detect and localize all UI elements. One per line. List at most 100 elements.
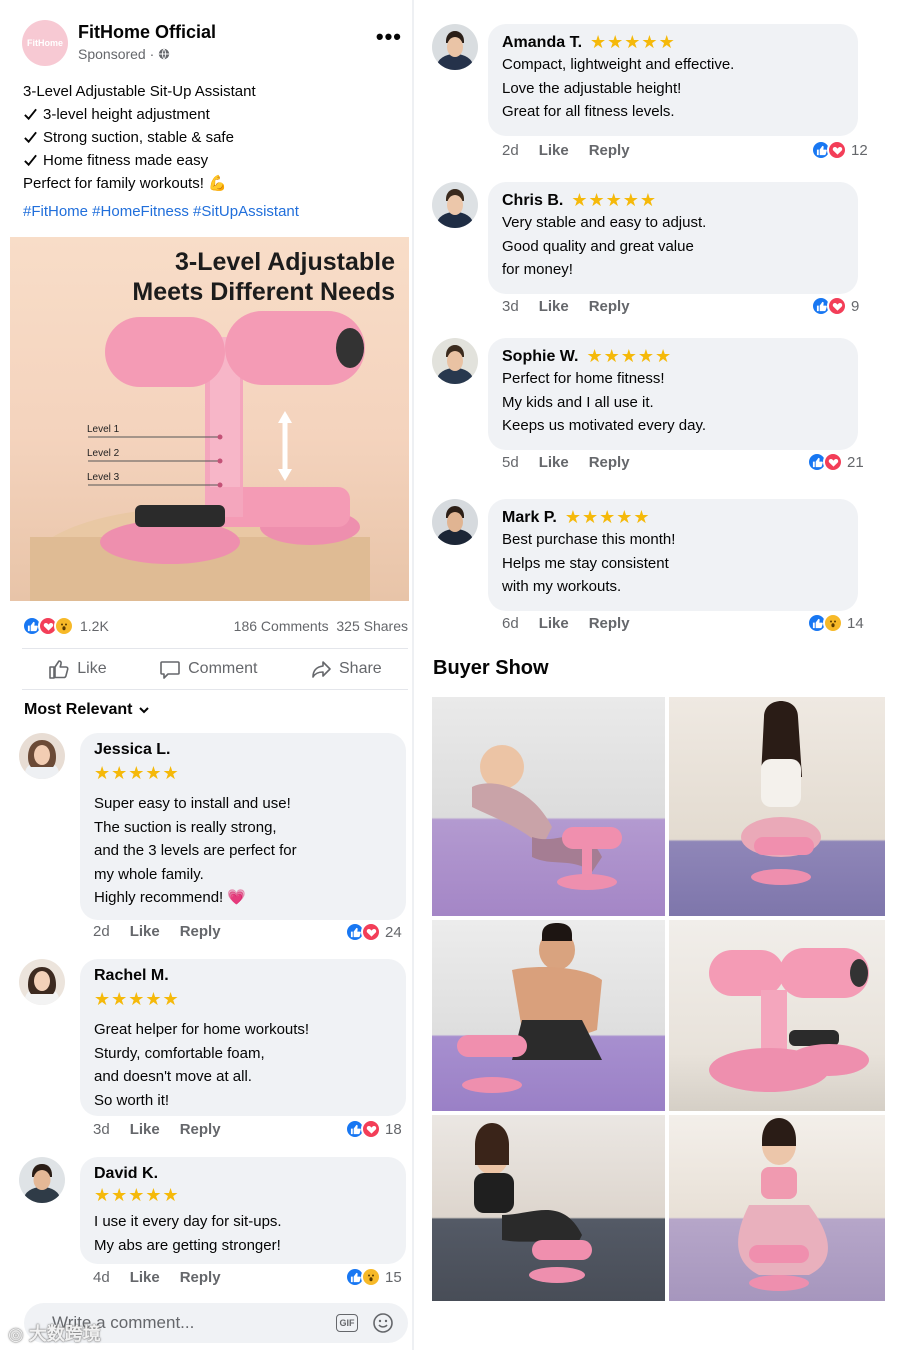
buyer-photo[interactable] bbox=[669, 697, 885, 916]
comment-text-line: Good quality and great value bbox=[502, 237, 694, 255]
comment-item: Rachel M. ★★★★★ Great helper for home wo… bbox=[19, 959, 409, 1144]
avatar[interactable] bbox=[432, 24, 478, 70]
feature-row: Strong suction, stable & safe bbox=[23, 126, 403, 149]
comment-reactions[interactable]: 18 bbox=[345, 1119, 402, 1139]
commenter-header: Amanda T. ★★★★★ bbox=[502, 32, 844, 53]
comment-reply-button[interactable]: Reply bbox=[180, 1269, 221, 1286]
buyer-photo[interactable] bbox=[432, 920, 665, 1111]
commenter-name[interactable]: David K. bbox=[94, 1165, 392, 1183]
caption-title: 3-Level Adjustable Sit-Up Assistant bbox=[23, 83, 256, 100]
comment-like-button[interactable]: Like bbox=[130, 923, 160, 940]
comment-reply-button[interactable]: Reply bbox=[589, 615, 630, 632]
share-icon bbox=[312, 661, 331, 678]
love-reaction-icon bbox=[823, 452, 843, 472]
avatar[interactable] bbox=[19, 959, 65, 1005]
comment-label: Comment bbox=[188, 660, 258, 677]
comment-text-line: for money! bbox=[502, 261, 573, 278]
comment-time: 3d bbox=[502, 298, 519, 315]
comment-sort-dropdown[interactable]: Most Relevant bbox=[24, 701, 150, 719]
comment-time: 2d bbox=[93, 923, 110, 940]
comment-reactions[interactable]: 12 bbox=[811, 140, 868, 160]
avatar[interactable] bbox=[432, 338, 478, 384]
comment-text-line: The suction is really strong, bbox=[94, 818, 277, 836]
comment-like-button[interactable]: Like bbox=[539, 615, 569, 632]
comment-button[interactable]: Comment bbox=[159, 658, 257, 680]
comment-like-button[interactable]: Like bbox=[130, 1121, 160, 1138]
rating-stars: ★★★★★ bbox=[564, 507, 651, 527]
product-title-line: Meets Different Needs bbox=[132, 278, 395, 306]
comment-reply-button[interactable]: Reply bbox=[589, 142, 630, 159]
buyer-photo[interactable] bbox=[669, 920, 885, 1111]
level-label: Level 1 bbox=[87, 424, 120, 435]
reviews-column: Amanda T. ★★★★★ Compact, lightweight and… bbox=[418, 0, 898, 1350]
more-options-button[interactable]: ••• bbox=[376, 24, 402, 50]
comment-meta: 6d Like Reply bbox=[502, 615, 630, 632]
check-icon bbox=[24, 108, 37, 121]
commenter-name[interactable]: Amanda T. bbox=[502, 34, 582, 52]
rating-stars: ★★★★★ bbox=[590, 32, 676, 52]
comment-time: 6d bbox=[502, 615, 519, 632]
avatar[interactable] bbox=[432, 499, 478, 545]
comment-reactions[interactable]: 21 bbox=[807, 452, 864, 472]
comment-reactions[interactable]: 15 bbox=[345, 1267, 402, 1287]
reaction-count: 14 bbox=[847, 614, 864, 632]
wow-reaction-icon bbox=[361, 1267, 381, 1287]
commenter-name[interactable]: Mark P. bbox=[502, 509, 557, 527]
comment-reactions[interactable]: 14 bbox=[807, 613, 864, 633]
comments-shares-count[interactable]: 186 Comments 325 Shares bbox=[234, 618, 408, 634]
comment-meta: 4d Like Reply bbox=[93, 1269, 221, 1286]
column-divider bbox=[412, 0, 414, 1350]
comment-item: David K. ★★★★★ I use it every day for si… bbox=[19, 1157, 409, 1292]
commenter-name[interactable]: Rachel M. bbox=[94, 967, 392, 985]
comment-item: Chris B. ★★★★★ Very stable and easy to a… bbox=[432, 182, 872, 322]
level-label: Level 3 bbox=[87, 472, 120, 483]
comment-reactions[interactable]: 24 bbox=[345, 922, 402, 942]
comment-text-line: and doesn't move at all. bbox=[94, 1068, 252, 1085]
commenter-name[interactable]: Jessica L. bbox=[94, 741, 392, 759]
avatar[interactable] bbox=[19, 733, 65, 779]
reaction-count: 24 bbox=[385, 923, 402, 941]
comment-bubble: Jessica L. ★★★★★ Super easy to install a… bbox=[80, 733, 406, 920]
comment-like-button[interactable]: Like bbox=[130, 1269, 160, 1286]
wow-reaction-icon bbox=[823, 613, 843, 633]
hashtags-link[interactable]: #FitHome #HomeFitness #SitUpAssistant bbox=[23, 200, 403, 223]
product-image[interactable]: 3-Level Adjustable Meets Different Needs… bbox=[10, 237, 409, 601]
comment-reply-button[interactable]: Reply bbox=[589, 298, 630, 315]
emoji-icon[interactable] bbox=[372, 1312, 394, 1334]
gif-icon[interactable]: GIF bbox=[336, 1314, 358, 1332]
commenter-header: Chris B. ★★★★★ bbox=[502, 190, 844, 211]
avatar[interactable] bbox=[19, 1157, 65, 1203]
commenter-name[interactable]: Sophie W. bbox=[502, 348, 578, 366]
globe-icon bbox=[159, 48, 170, 60]
page-name[interactable]: FitHome Official bbox=[78, 22, 216, 43]
comment-like-button[interactable]: Like bbox=[539, 454, 569, 471]
reactions-summary[interactable]: 1.2K 186 Comments 325 Shares bbox=[22, 614, 408, 638]
comment-bubble: Chris B. ★★★★★ Very stable and easy to a… bbox=[488, 182, 858, 294]
comment-text-line: Keeps us motivated every day. bbox=[502, 417, 706, 434]
comment-bubble: Mark P. ★★★★★ Best purchase this month! … bbox=[488, 499, 858, 611]
comment-reactions[interactable]: 9 bbox=[811, 296, 859, 316]
share-button[interactable]: Share bbox=[310, 658, 382, 680]
comment-reply-button[interactable]: Reply bbox=[180, 1121, 221, 1138]
share-label: Share bbox=[339, 660, 382, 677]
buyer-photo[interactable] bbox=[432, 1115, 665, 1301]
feature-row: 3-level height adjustment bbox=[23, 103, 403, 126]
comment-reply-button[interactable]: Reply bbox=[180, 923, 221, 940]
comment-text-line: Compact, lightweight and effective. bbox=[502, 56, 735, 73]
like-button[interactable]: Like bbox=[48, 658, 107, 680]
buyer-photo[interactable] bbox=[669, 1115, 885, 1301]
comment-item: Sophie W. ★★★★★ Perfect for home fitness… bbox=[432, 338, 872, 478]
comment-like-button[interactable]: Like bbox=[539, 142, 569, 159]
avatar[interactable] bbox=[432, 182, 478, 228]
comment-reply-button[interactable]: Reply bbox=[589, 454, 630, 471]
commenter-name[interactable]: Chris B. bbox=[502, 192, 563, 210]
comment-item: Mark P. ★★★★★ Best purchase this month! … bbox=[432, 499, 872, 639]
comment-time: 3d bbox=[93, 1121, 110, 1138]
love-reaction-icon bbox=[827, 296, 847, 316]
reaction-count: 18 bbox=[385, 1120, 402, 1138]
comment-text-line: I use it every day for sit-ups. bbox=[94, 1213, 282, 1230]
buyer-photo[interactable] bbox=[432, 697, 665, 916]
post-header: FitHome FitHome Official Sponsored · ••• bbox=[22, 20, 402, 70]
comment-like-button[interactable]: Like bbox=[539, 298, 569, 315]
page-avatar[interactable]: FitHome bbox=[22, 20, 68, 66]
